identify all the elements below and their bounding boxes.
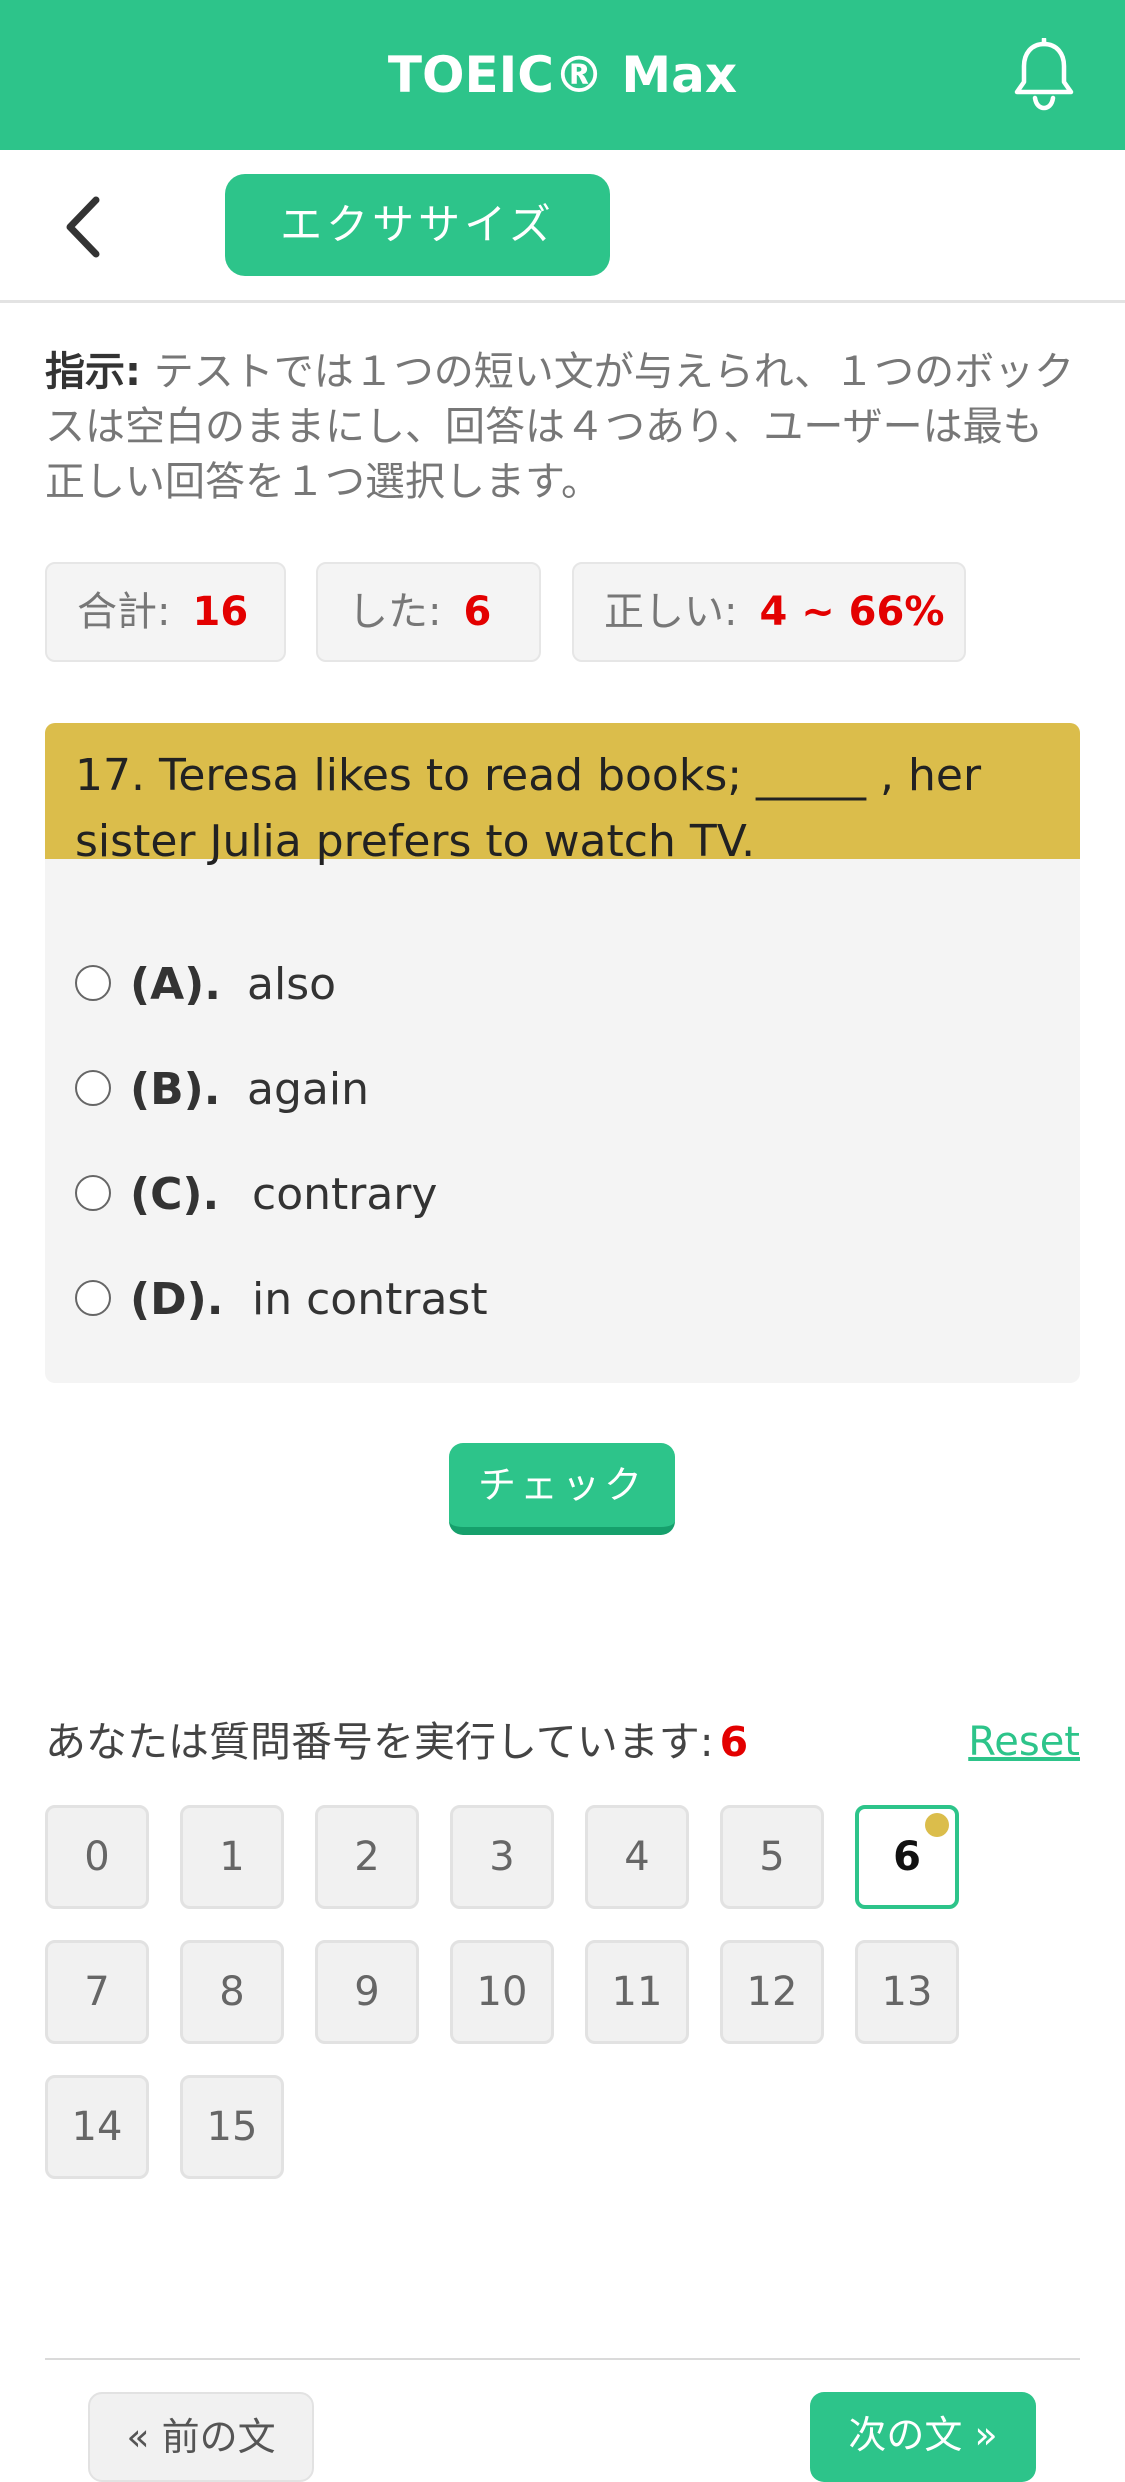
stat-correct-label: 正しい: <box>604 589 738 635</box>
option-b-text: again <box>247 1064 369 1115</box>
stat-correct: 正しい: 4 ~ 66% <box>572 562 966 662</box>
option-a-text: also <box>247 959 337 1010</box>
stat-done-label: した: <box>348 589 442 635</box>
progress-current: 6 <box>719 1718 749 1766</box>
option-b-radio[interactable] <box>75 1070 111 1106</box>
question-number-button[interactable]: 10 <box>450 1940 554 2044</box>
current-number-label: 6 <box>893 1834 921 1880</box>
question-number-button[interactable]: 7 <box>45 1940 149 2044</box>
option-b-letter: (B). <box>130 1064 221 1115</box>
question-number-button[interactable]: 12 <box>720 1940 824 2044</box>
question-number-button[interactable]: 1 <box>180 1805 284 1909</box>
question-number-button[interactable]: 13 <box>855 1940 959 2044</box>
status-dot-icon <box>925 1813 949 1837</box>
question-number-button[interactable]: 15 <box>180 2075 284 2179</box>
check-button[interactable]: チェック <box>449 1443 675 1535</box>
stat-correct-value: 4 ~ 66% <box>759 589 945 635</box>
option-c-text: contrary <box>252 1169 438 1220</box>
option-c-letter: (C). <box>130 1169 220 1220</box>
option-d-letter: (D). <box>130 1274 224 1325</box>
bell-icon[interactable] <box>1011 38 1077 112</box>
next-sentence-button[interactable]: 次の文 » <box>810 2392 1036 2482</box>
question-card: 17. Teresa likes to read books; _____ , … <box>45 723 1080 1383</box>
option-d-radio[interactable] <box>75 1280 111 1316</box>
question-number-button[interactable]: 5 <box>720 1805 824 1909</box>
instructions: 指示: テストでは１つの短い文が与えられ、１つのボックスは空白のままにし、回答は… <box>45 345 1080 510</box>
instructions-label: 指示: <box>45 349 141 395</box>
app-bar: TOEIC® Max <box>0 0 1125 150</box>
option-a-radio[interactable] <box>75 965 111 1001</box>
question-number-button[interactable]: 2 <box>315 1805 419 1909</box>
progress-label: あなたは質問番号を実行しています: <box>45 1718 714 1766</box>
question-number-button[interactable]: 9 <box>315 1940 419 2044</box>
footer-divider <box>45 2358 1080 2360</box>
question-number-button-current[interactable]: 6 <box>855 1805 959 1909</box>
stat-done-value: 6 <box>463 589 492 635</box>
option-a-letter: (A). <box>130 959 221 1010</box>
sub-nav: エクササイズ <box>0 150 1125 303</box>
reset-link[interactable]: Reset <box>968 1710 1080 1774</box>
question-number-button[interactable]: 3 <box>450 1805 554 1909</box>
previous-sentence-button[interactable]: « 前の文 <box>88 2392 314 2482</box>
question-text: 17. Teresa likes to read books; _____ , … <box>45 723 1080 867</box>
question-number-button[interactable]: 0 <box>45 1805 149 1909</box>
stat-total-value: 16 <box>192 589 249 635</box>
app-title: TOEIC® Max <box>387 46 738 104</box>
back-arrow-icon[interactable] <box>58 192 118 262</box>
stat-total: 合計: 16 <box>45 562 286 662</box>
question-number-button[interactable]: 8 <box>180 1940 284 2044</box>
question-number-button[interactable]: 4 <box>585 1805 689 1909</box>
option-d-text: in contrast <box>252 1274 488 1325</box>
question-number-button[interactable]: 11 <box>585 1940 689 2044</box>
question-number-button[interactable]: 14 <box>45 2075 149 2179</box>
exercise-tab[interactable]: エクササイズ <box>225 174 610 276</box>
progress-indicator: あなたは質問番号を実行しています: 6 <box>45 1710 748 1774</box>
stat-total-label: 合計: <box>77 589 171 635</box>
stat-done: した: 6 <box>316 562 541 662</box>
instructions-text: テストでは１つの短い文が与えられ、１つのボックスは空白のままにし、回答は４つあり… <box>45 349 1075 505</box>
option-c-radio[interactable] <box>75 1175 111 1211</box>
